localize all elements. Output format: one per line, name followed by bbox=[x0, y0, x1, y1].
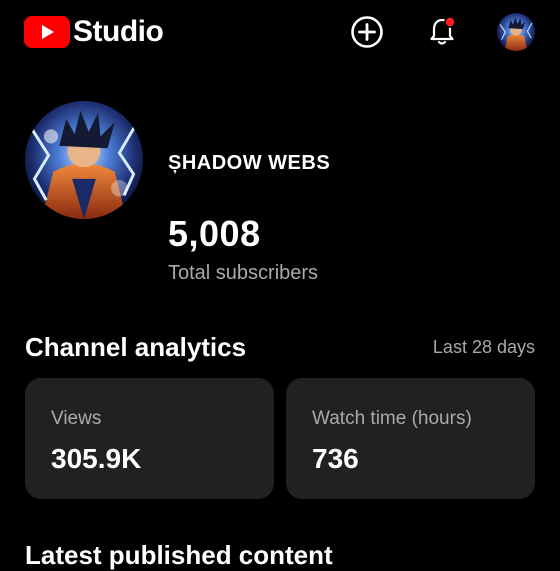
watch-time-card[interactable]: Watch time (hours) 736 bbox=[286, 378, 535, 499]
studio-logo[interactable]: Studio bbox=[24, 15, 164, 48]
views-value: 305.9K bbox=[51, 443, 142, 474]
views-card[interactable]: Views 305.9K bbox=[25, 378, 274, 499]
channel-name: ȘHADOW WEBS bbox=[168, 152, 331, 174]
top-app-bar: Studio bbox=[0, 0, 560, 66]
notifications-icon bbox=[430, 16, 456, 45]
youtube-logo-icon bbox=[24, 16, 70, 48]
create-icon bbox=[351, 16, 383, 48]
notifications-button[interactable] bbox=[424, 14, 460, 50]
studio-logo-text: Studio bbox=[73, 15, 164, 48]
views-label: Views bbox=[51, 408, 102, 429]
subscriber-label: Total subscribers bbox=[168, 262, 319, 284]
watch-time-value: 736 bbox=[312, 443, 359, 474]
channel-avatar-image bbox=[25, 101, 143, 219]
analytics-period: Last 28 days bbox=[432, 337, 535, 357]
watch-time-label: Watch time (hours) bbox=[312, 408, 472, 429]
latest-content-title: Latest published content bbox=[25, 540, 333, 570]
account-avatar[interactable] bbox=[497, 13, 535, 51]
notification-dot bbox=[444, 16, 456, 28]
channel-avatar[interactable] bbox=[25, 101, 143, 219]
create-button[interactable] bbox=[349, 14, 385, 50]
subscriber-count: 5,008 bbox=[168, 213, 261, 254]
avatar-image bbox=[497, 13, 535, 51]
analytics-title: Channel analytics bbox=[25, 332, 247, 362]
